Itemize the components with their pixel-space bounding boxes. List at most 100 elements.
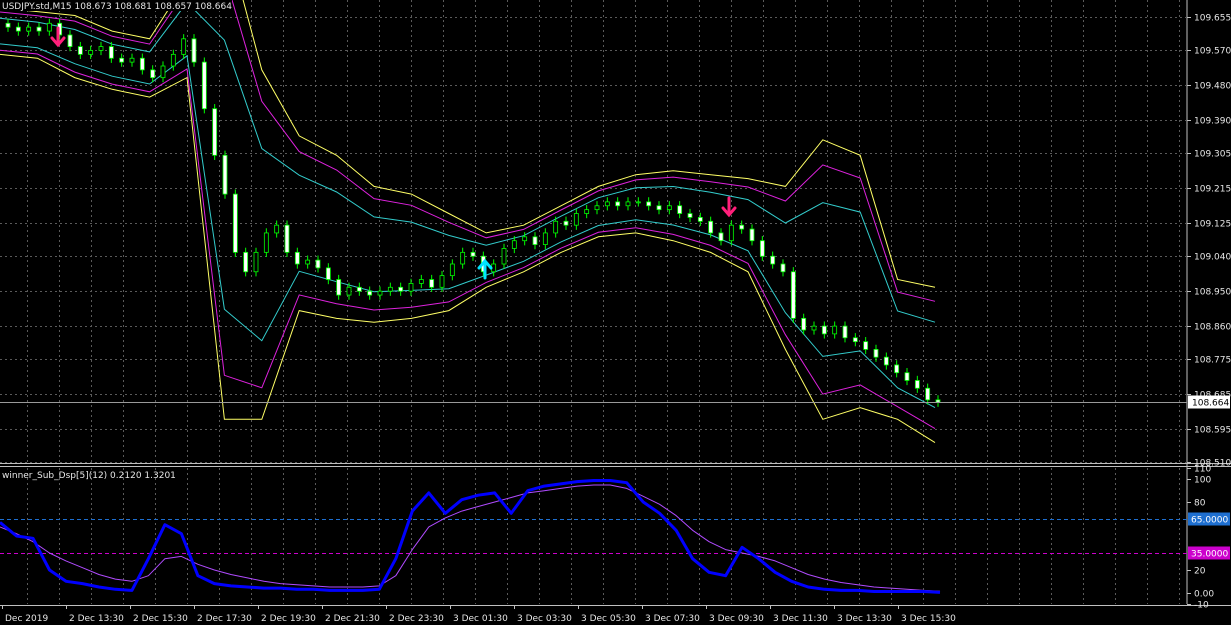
candle-body <box>98 46 104 51</box>
candle-body <box>687 213 693 218</box>
candle-body <box>36 26 42 32</box>
candle-body <box>604 201 610 207</box>
candle <box>604 197 610 211</box>
candle-body <box>201 61 207 110</box>
y-tick-label: 109.390 <box>1194 117 1231 127</box>
x-tick-label: Dec 2019 <box>5 614 48 624</box>
candle <box>770 251 776 269</box>
y-tick-label: 108.595 <box>1194 426 1231 436</box>
candle <box>253 247 259 277</box>
candle <box>749 224 755 246</box>
candle <box>398 282 404 296</box>
sub-chart-header: winner_Sub_Dsp[5](12) 0.2120 1.3201 <box>2 471 176 481</box>
candle <box>77 41 83 60</box>
x-tick-label: 3 Dec 01:30 <box>453 614 508 624</box>
candle-body <box>925 387 931 401</box>
x-tick-label: 2 Dec 17:30 <box>197 614 252 624</box>
y-tick-label: 108.950 <box>1194 288 1231 298</box>
candle-body <box>232 193 238 253</box>
candle <box>460 247 466 269</box>
candle-body <box>139 57 145 71</box>
candle-body <box>759 240 765 257</box>
sell-arrow-shape <box>50 26 66 48</box>
candle-body <box>470 251 476 257</box>
candle <box>15 22 21 36</box>
candle-body <box>418 279 424 284</box>
candle <box>687 208 693 223</box>
candle-body <box>170 53 176 67</box>
candle-body <box>677 205 683 214</box>
candle-body <box>398 286 404 292</box>
candle-body <box>346 286 352 296</box>
candle <box>780 259 786 277</box>
candle-body <box>532 236 538 245</box>
candle <box>883 352 889 370</box>
candle <box>387 282 393 296</box>
candle-body <box>253 251 259 273</box>
candle-body <box>553 220 559 234</box>
candle-body <box>263 232 269 253</box>
candle-body <box>367 290 373 296</box>
candle-body <box>46 22 52 32</box>
candle <box>356 282 362 296</box>
candle-body <box>274 224 280 234</box>
band-inner-lower <box>0 43 936 409</box>
candle <box>894 360 900 378</box>
sell-arrow-icon <box>721 196 737 218</box>
x-tick-label: 2 Dec 21:30 <box>325 614 380 624</box>
candle-body <box>914 380 920 389</box>
candle-body <box>832 325 838 335</box>
candle <box>367 286 373 300</box>
candle-body <box>625 201 631 207</box>
candle <box>563 216 569 230</box>
x-tick-label: 2 Dec 13:30 <box>69 614 124 624</box>
y-tick-label: 109.040 <box>1194 253 1231 263</box>
candle <box>46 18 52 36</box>
candle <box>811 321 817 335</box>
candle-body <box>336 279 342 296</box>
y-tick-label: 108.860 <box>1194 323 1231 333</box>
x-tick-label: 3 Dec 05:30 <box>581 614 636 624</box>
candle <box>594 201 600 215</box>
x-tick-label: 3 Dec 07:30 <box>645 614 700 624</box>
candle-body <box>222 154 228 195</box>
candle <box>336 274 342 300</box>
candle-body <box>356 286 362 292</box>
candle <box>212 104 218 160</box>
candle <box>625 197 631 211</box>
buy-arrow-shape <box>477 258 493 280</box>
candle <box>294 247 300 269</box>
candle-body <box>728 224 734 242</box>
candle-body <box>584 209 590 214</box>
candle-body <box>315 259 321 269</box>
candle-body <box>119 57 125 63</box>
candle-body <box>501 248 507 265</box>
candle-body <box>708 220 714 234</box>
candle <box>573 208 579 230</box>
x-tick-label: 3 Dec 09:30 <box>709 614 764 624</box>
candle <box>263 228 269 258</box>
candle <box>904 368 910 386</box>
candle-body <box>542 232 548 245</box>
candle-body <box>439 275 445 288</box>
candle-body <box>408 283 414 292</box>
candle <box>759 236 765 261</box>
candle-body <box>842 325 848 339</box>
y-tick-label: 109.655 <box>1194 14 1231 24</box>
candle <box>449 259 455 281</box>
candles <box>5 18 941 407</box>
candle-body <box>904 372 910 381</box>
candle <box>842 321 848 343</box>
candle <box>501 243 507 269</box>
price-chart[interactable]: 109.655 109.570 109.480 109.390 109.305 109.2… <box>0 0 1231 625</box>
y-tick-label: 109.215 <box>1194 185 1231 195</box>
candle <box>108 41 114 63</box>
x-tick-label: 3 Dec 03:30 <box>517 614 572 624</box>
candle-body <box>883 356 889 366</box>
candle-body <box>697 217 703 222</box>
osc-tick-label: 80 <box>1194 499 1206 509</box>
candle-body <box>77 46 83 55</box>
osc-tick-label: 100 <box>1194 476 1211 486</box>
candle-body <box>294 251 300 265</box>
candle <box>98 41 104 56</box>
